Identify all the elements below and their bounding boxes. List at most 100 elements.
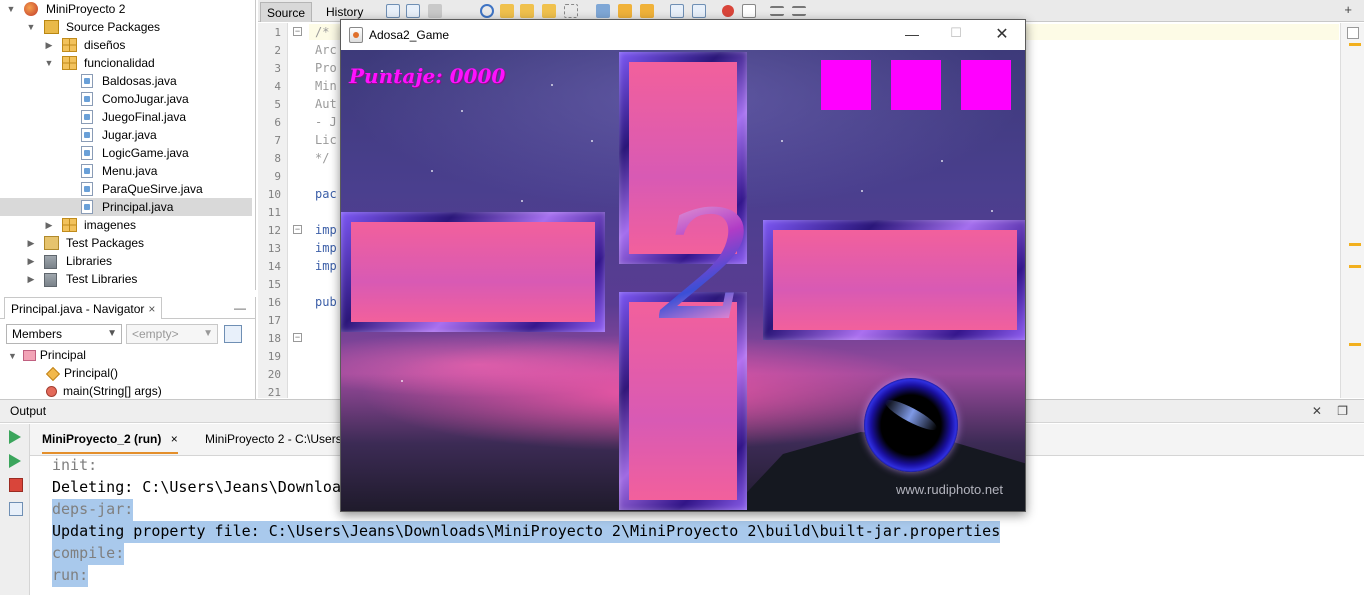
java-file-icon [81, 74, 93, 88]
collapsed-chevron-icon[interactable]: ▶ [44, 216, 54, 234]
settings-icon[interactable] [9, 502, 23, 516]
maximize-editor-icon[interactable]: + [1344, 2, 1352, 17]
fold-toggle-icon[interactable]: − [293, 333, 302, 342]
record-macro-icon[interactable] [722, 5, 734, 17]
tree-item-comojugar-java[interactable]: ComoJugar.java [0, 90, 252, 108]
editor-error-stripe[interactable] [1340, 23, 1364, 398]
tree-item-test-packages[interactable]: ▶ Test Packages [0, 234, 252, 252]
expanded-chevron-icon[interactable]: ▼ [26, 18, 36, 36]
test-packages-icon [44, 236, 59, 250]
tree-item-disenos[interactable]: ▶ diseños [0, 36, 252, 54]
java-file-icon [81, 164, 93, 178]
expanded-chevron-icon[interactable]: ▼ [6, 0, 16, 18]
tree-item-libraries[interactable]: ▶ Libraries [0, 252, 252, 270]
stop-icon[interactable] [9, 478, 23, 492]
libraries-icon [44, 255, 57, 269]
stop-macro-icon[interactable] [742, 4, 756, 18]
forward-icon[interactable] [428, 4, 442, 18]
find-icon[interactable] [480, 4, 494, 18]
maximize-button[interactable]: ☐ [945, 25, 967, 41]
tree-item-miniproyecto-2[interactable]: ▼ MiniProyecto 2 [0, 0, 252, 18]
code-line: Pro [315, 61, 337, 75]
tree-item-juegofinal-java[interactable]: JuegoFinal.java [0, 108, 252, 126]
find-previous-icon[interactable] [500, 4, 514, 18]
navigator-filter-button[interactable] [224, 325, 242, 343]
console-line: deps-jar: [52, 499, 134, 521]
tree-item-funcionalidad[interactable]: ▼ funcionalidad [0, 54, 252, 72]
line-number: 15 [267, 278, 281, 291]
game-canvas[interactable]: Puntaje: 0000 2 www.rudiphoto.net [341, 50, 1025, 511]
minimize-icon[interactable]: — [234, 301, 246, 315]
rerun-with-params-icon[interactable] [9, 454, 21, 468]
tree-item-principal-java[interactable]: Principal.java [0, 198, 252, 216]
nav-item-constructor[interactable]: Principal() [45, 364, 119, 382]
shift-right-icon[interactable] [692, 4, 706, 18]
close-icon[interactable]: × [171, 432, 178, 446]
collapsed-chevron-icon[interactable]: ▶ [44, 36, 54, 54]
star [991, 210, 993, 212]
nav-item-principal-class[interactable]: ▼ Principal [8, 346, 86, 364]
line-number: 1 [274, 26, 281, 39]
orb-button[interactable] [864, 378, 958, 472]
tree-item-source-packages[interactable]: ▼ Source Packages [0, 18, 252, 36]
last-edit-icon[interactable] [386, 4, 400, 18]
tile-left[interactable] [341, 212, 605, 332]
tree-item-menu-java[interactable]: Menu.java [0, 162, 252, 180]
tree-item-test-libraries[interactable]: ▶ Test Libraries [0, 270, 252, 288]
comment-icon[interactable] [770, 6, 784, 16]
output-window-controls[interactable]: ✕ ❐ [1312, 404, 1354, 418]
warning-mark[interactable] [1349, 43, 1361, 46]
tile-right[interactable] [763, 220, 1025, 340]
star [401, 380, 403, 382]
fold-toggle-icon[interactable]: − [293, 27, 302, 36]
tree-item-label: Test Packages [66, 236, 145, 250]
package-icon [62, 38, 77, 52]
tree-item-imagenes[interactable]: ▶ imagenes [0, 216, 252, 234]
tab-run-output[interactable]: MiniProyecto_2 (run) × [42, 432, 178, 454]
next-bookmark-icon[interactable] [618, 4, 632, 18]
code-line: /* [315, 25, 330, 39]
warning-mark[interactable] [1349, 265, 1361, 268]
shift-left-icon[interactable] [670, 4, 684, 18]
tree-item-paraquesirve-java[interactable]: ParaQueSirve.java [0, 180, 252, 198]
uncomment-icon[interactable] [792, 6, 806, 16]
toggle-highlight-icon[interactable] [564, 4, 578, 18]
java-file-icon [81, 92, 93, 106]
tab-navigator[interactable]: Principal.java - Navigator × [4, 297, 163, 319]
code-line: imp [315, 223, 337, 237]
collapsed-chevron-icon[interactable]: ▶ [26, 270, 36, 288]
fold-toggle-icon[interactable]: − [293, 225, 302, 234]
method-icon [46, 386, 57, 398]
expanded-chevron-icon[interactable]: ▼ [44, 54, 54, 72]
nav-item-label: Principal() [64, 366, 119, 380]
warning-mark[interactable] [1349, 343, 1361, 346]
members-dropdown[interactable]: Members ▼ [6, 324, 122, 344]
expanded-chevron-icon[interactable]: ▼ [8, 351, 17, 361]
nav-item-main-method[interactable]: main(String[] args) [46, 382, 162, 400]
rerun-icon[interactable] [9, 430, 21, 444]
collapsed-chevron-icon[interactable]: ▶ [26, 252, 36, 270]
tree-item-label: Libraries [66, 254, 113, 268]
close-button[interactable]: ✕ [989, 24, 1015, 44]
find-next-icon[interactable] [520, 4, 534, 18]
libraries-icon [44, 273, 57, 287]
line-number: 10 [267, 188, 281, 201]
warning-mark[interactable] [1349, 243, 1361, 246]
toggle-bookmark-icon[interactable] [640, 4, 654, 18]
tree-item-baldosas-java[interactable]: Baldosas.java [0, 72, 252, 90]
minimize-button[interactable]: — [901, 26, 923, 42]
collapsed-chevron-icon[interactable]: ▶ [26, 234, 36, 252]
game-window[interactable]: Adosa2_Game — ☐ ✕ Puntaje: 0000 2 www.ru… [340, 19, 1026, 512]
tab-source[interactable]: Source [260, 2, 313, 22]
game-titlebar[interactable]: Adosa2_Game — ☐ ✕ [341, 20, 1025, 50]
filter-dropdown[interactable]: <empty> ▼ [126, 324, 218, 344]
previous-bookmark-icon[interactable] [596, 4, 610, 18]
find-selection-icon[interactable] [542, 4, 556, 18]
tree-item-label: Test Libraries [66, 272, 138, 286]
line-number: 9 [274, 170, 281, 183]
back-icon[interactable] [406, 4, 420, 18]
tree-item-jugar-java[interactable]: Jugar.java [0, 126, 252, 144]
close-icon[interactable]: × [148, 302, 155, 316]
tree-item-logicgame-java[interactable]: LogicGame.java [0, 144, 252, 162]
java-file-icon [81, 182, 93, 196]
